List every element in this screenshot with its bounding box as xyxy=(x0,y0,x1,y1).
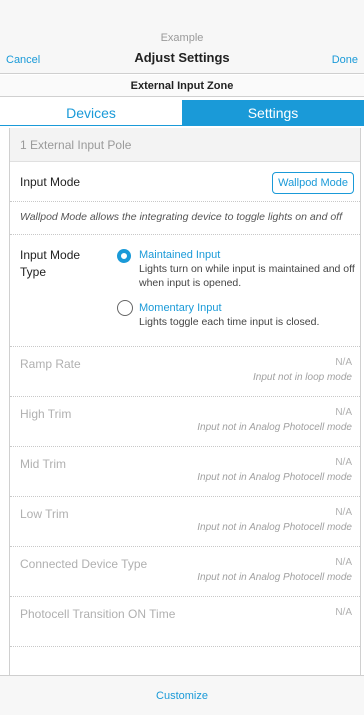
setting-label: Ramp Rate xyxy=(20,357,81,371)
option-title: Maintained Input xyxy=(139,249,221,261)
ramp-rate-row: Ramp Rate N/A Input not in loop mode xyxy=(10,347,360,397)
option-description: Lights toggle each time input is closed. xyxy=(139,316,320,328)
done-button[interactable]: Done xyxy=(332,54,358,66)
setting-note: Input not in Analog Photocell mode xyxy=(197,472,352,483)
setting-note: Input not in Analog Photocell mode xyxy=(197,422,352,433)
setting-value: N/A xyxy=(335,557,352,568)
low-trim-row: Low Trim N/A Input not in Analog Photoce… xyxy=(10,497,360,547)
setting-value: N/A xyxy=(335,357,352,368)
momentary-input-option[interactable]: Momentary Input Lights toggle each time … xyxy=(117,300,357,336)
photocell-transition-on-time-row: Photocell Transition ON Time N/A xyxy=(10,597,360,647)
input-mode-type-label: Input Mode Type xyxy=(20,248,81,279)
input-mode-button[interactable]: Wallpod Mode xyxy=(272,172,354,194)
option-title: Momentary Input xyxy=(139,302,222,314)
setting-label: High Trim xyxy=(20,407,72,421)
radio-selected-icon[interactable] xyxy=(117,249,131,263)
input-mode-label: Input Mode xyxy=(20,175,81,189)
navigation-header: Example Adjust Settings Cancel Done xyxy=(0,0,364,74)
setting-label: Connected Device Type xyxy=(20,557,148,571)
page-title: Adjust Settings xyxy=(134,50,230,65)
tab-bar: Devices Settings xyxy=(0,100,364,126)
setting-value: N/A xyxy=(335,457,352,468)
setting-label: Photocell Transition ON Time xyxy=(20,607,176,621)
setting-note: Input not in Analog Photocell mode xyxy=(197,522,352,533)
setting-value: N/A xyxy=(335,407,352,418)
cancel-button[interactable]: Cancel xyxy=(6,54,40,66)
mid-trim-row: Mid Trim N/A Input not in Analog Photoce… xyxy=(10,447,360,497)
setting-note: Input not in loop mode xyxy=(253,372,352,383)
high-trim-row: High Trim N/A Input not in Analog Photoc… xyxy=(10,397,360,447)
setting-note: Input not in Analog Photocell mode xyxy=(197,572,352,583)
input-mode-type-row: Input Mode Type Maintained Input Lights … xyxy=(10,235,360,347)
input-mode-row: Input Mode Wallpod Mode xyxy=(10,162,360,202)
customize-button[interactable]: Customize xyxy=(0,675,364,715)
pole-title: 1 External Input Pole xyxy=(10,128,360,162)
connected-device-type-row: Connected Device Type N/A Input not in A… xyxy=(10,547,360,597)
maintained-input-option[interactable]: Maintained Input Lights turn on while in… xyxy=(117,249,357,293)
tab-settings[interactable]: Settings xyxy=(182,100,364,125)
setting-label: Low Trim xyxy=(20,507,69,521)
setting-value: N/A xyxy=(335,507,352,518)
settings-panel[interactable]: 1 External Input Pole Input Mode Wallpod… xyxy=(9,128,361,675)
input-mode-description: Wallpod Mode allows the integrating devi… xyxy=(10,202,360,235)
setting-value: N/A xyxy=(335,607,352,618)
header-subtitle: Example xyxy=(160,32,204,44)
tab-devices[interactable]: Devices xyxy=(0,100,182,125)
setting-label: Mid Trim xyxy=(20,457,66,471)
zone-title: External Input Zone xyxy=(0,75,364,97)
option-description: Lights turn on while input is maintained… xyxy=(139,263,355,289)
radio-unselected-icon[interactable] xyxy=(117,300,133,316)
